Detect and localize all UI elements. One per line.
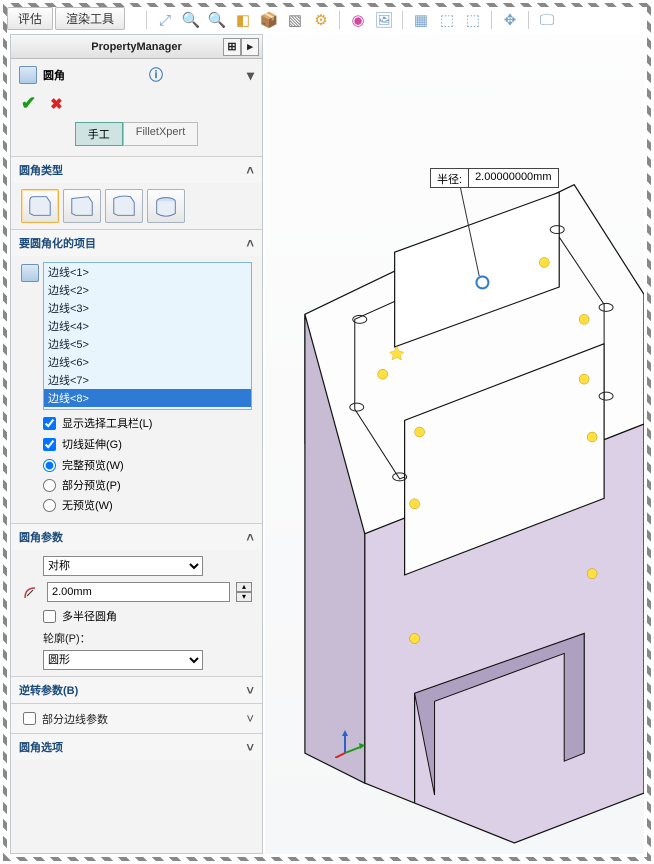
callout-label: 半径: <box>431 169 469 187</box>
top-toolbar: ⤢ 🔍 🔍 ◧ 📦 ▧ ⚙ ◉ 🖼 ▦ ⬚ ⬚ ✥ 🖵 <box>140 7 644 33</box>
screen-icon[interactable]: 🖵 <box>537 10 557 30</box>
profile-select[interactable]: 圆形 <box>43 650 203 670</box>
tab-evaluate[interactable]: 评估 <box>7 7 53 30</box>
next-icon[interactable]: ▸ <box>241 38 259 56</box>
check-tangent[interactable]: 切线延伸(G) <box>43 436 252 452</box>
radio-no-preview[interactable]: 无预览(W) <box>43 497 252 513</box>
symmetry-select[interactable]: 对称 <box>43 556 203 576</box>
radius-icon <box>21 582 41 602</box>
pm-header: PropertyManager ⊞▸ <box>11 35 262 59</box>
move-icon[interactable]: ✥ <box>500 10 520 30</box>
section-fillet-type[interactable]: 圆角类型˄ <box>11 157 262 183</box>
section-reverse[interactable]: 逆转参数(B)˅ <box>11 677 262 703</box>
section-params[interactable]: 圆角参数˄ <box>11 524 262 550</box>
display-style-icon[interactable]: ▧ <box>285 10 305 30</box>
graphics-viewport[interactable]: 半径: 2.00000000mm <box>265 34 644 854</box>
chevron-down-icon: ˅ <box>246 711 254 726</box>
chevron-down-icon: ˅ <box>246 740 254 755</box>
zoom-area-icon[interactable]: 🔍 <box>181 10 201 30</box>
chevron-up-icon: ˄ <box>246 236 254 251</box>
section-partial-edge[interactable]: 部分边线参数˅ <box>11 704 262 733</box>
pm-title: PropertyManager <box>91 41 181 53</box>
chevron-up-icon: ˄ <box>246 530 254 545</box>
fillet-type-constant[interactable] <box>21 189 59 223</box>
section-view-icon[interactable]: ◧ <box>233 10 253 30</box>
section-options[interactable]: 圆角选项˅ <box>11 734 262 760</box>
cancel-button[interactable]: ✖ <box>50 95 63 113</box>
list-item[interactable]: 边线<2> <box>44 281 251 299</box>
edge-select-icon <box>21 264 39 282</box>
apply-scene-icon[interactable]: 🖼 <box>374 10 394 30</box>
list-item[interactable]: 边线<6> <box>44 353 251 371</box>
tab-filletxpert[interactable]: FilletXpert <box>123 122 199 146</box>
dropdown-icon[interactable]: ▾ <box>247 67 254 84</box>
list-item[interactable]: 边线<1> <box>44 263 251 281</box>
feature-title: 圆角 <box>43 67 65 83</box>
cube2-icon[interactable]: ⬚ <box>463 10 483 30</box>
property-manager-panel: PropertyManager ⊞▸ 圆角 ⓘ ▾ ✔ ✖ 手工 FilletX… <box>10 34 263 854</box>
orientation-triad <box>335 728 365 758</box>
radius-input[interactable] <box>47 582 230 602</box>
view-orient-icon[interactable]: 📦 <box>259 10 279 30</box>
section-items[interactable]: 要圆角化的项目˄ <box>11 230 262 256</box>
fillet-type-variable[interactable] <box>63 189 101 223</box>
model-3d <box>265 34 644 854</box>
radio-partial-preview[interactable]: 部分预览(P) <box>43 477 252 493</box>
radius-callout[interactable]: 半径: 2.00000000mm <box>430 168 559 188</box>
check-multi-radius[interactable]: 多半径圆角 <box>43 608 252 624</box>
list-item[interactable]: 边线<4> <box>44 317 251 335</box>
hide-show-icon[interactable]: ⚙ <box>311 10 331 30</box>
radio-full-preview[interactable]: 完整预览(W) <box>43 457 252 473</box>
fillet-type-face[interactable] <box>105 189 143 223</box>
fillet-icon <box>19 66 37 84</box>
chevron-up-icon: ˄ <box>246 163 254 178</box>
view-setting-icon[interactable]: ▦ <box>411 10 431 30</box>
check-partial-edge[interactable] <box>23 712 36 725</box>
help-icon[interactable]: ⓘ <box>149 65 163 85</box>
zoom-prev-icon[interactable]: 🔍 <box>207 10 227 30</box>
list-item[interactable]: 边线<5> <box>44 335 251 353</box>
chevron-down-icon: ˅ <box>246 683 254 698</box>
list-item[interactable]: 边线<7> <box>44 371 251 389</box>
ok-button[interactable]: ✔ <box>21 93 36 114</box>
list-item[interactable]: 边线<8> <box>44 389 251 407</box>
edge-list[interactable]: 边线<1> 边线<2> 边线<3> 边线<4> 边线<5> 边线<6> 边线<7… <box>43 262 252 410</box>
edit-appearance-icon[interactable]: ◉ <box>348 10 368 30</box>
spin-down[interactable]: ▾ <box>236 592 252 602</box>
pin-icon[interactable]: ⊞ <box>223 38 241 56</box>
cube1-icon[interactable]: ⬚ <box>437 10 457 30</box>
tab-render-tools[interactable]: 渲染工具 <box>55 7 125 30</box>
zoom-fit-icon[interactable]: ⤢ <box>155 10 175 30</box>
callout-value: 2.00000000mm <box>469 169 557 187</box>
list-item[interactable]: 边线<3> <box>44 299 251 317</box>
check-show-toolbar[interactable]: 显示选择工具栏(L) <box>43 415 252 431</box>
fillet-type-full[interactable] <box>147 189 185 223</box>
tab-manual[interactable]: 手工 <box>75 122 123 146</box>
profile-label: 轮廓(P)： <box>43 630 252 646</box>
spin-up[interactable]: ▴ <box>236 582 252 592</box>
